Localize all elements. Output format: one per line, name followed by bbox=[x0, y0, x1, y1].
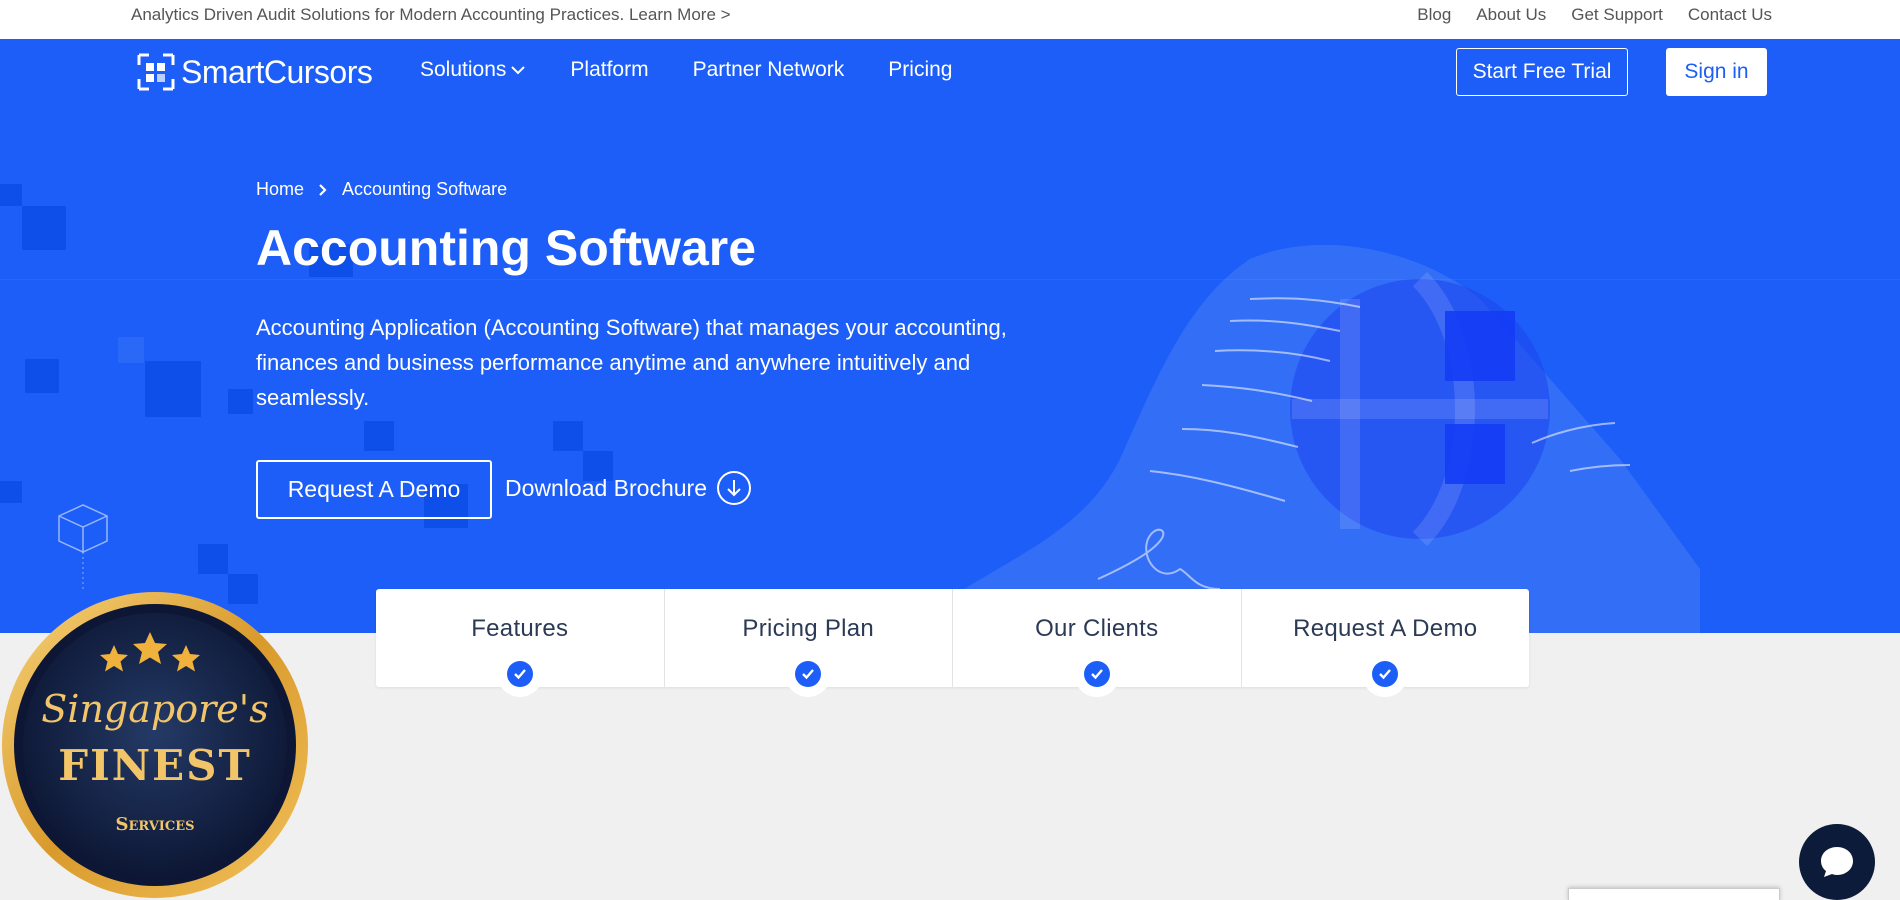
download-brochure-label: Download Brochure bbox=[505, 474, 708, 501]
decor-square bbox=[25, 359, 59, 393]
nav-item-partner-network[interactable]: Partner Network bbox=[693, 58, 845, 82]
request-demo-button[interactable]: Request A Demo bbox=[256, 460, 492, 519]
badge-line2: FINEST bbox=[58, 741, 251, 790]
decor-square bbox=[22, 206, 66, 250]
decor-square bbox=[228, 389, 253, 414]
badge-line1: Singapore's bbox=[41, 687, 268, 731]
check-circle-icon bbox=[1362, 651, 1409, 697]
get-support-link[interactable]: Get Support bbox=[1571, 5, 1663, 25]
utility-links: Blog About Us Get Support Contact Us bbox=[1417, 5, 1772, 25]
page-title: Accounting Software bbox=[256, 220, 757, 276]
top-utility-bar: Analytics Driven Audit Solutions for Mod… bbox=[0, 0, 1900, 39]
nav-item-solutions[interactable]: Solutions bbox=[420, 58, 526, 82]
nav-item-label: Platform bbox=[570, 58, 649, 81]
nav-item-platform[interactable]: Platform bbox=[570, 58, 648, 82]
singapores-finest-badge[interactable]: Singapore's FINEST Services bbox=[0, 590, 310, 900]
decor-square bbox=[145, 361, 201, 417]
decor-square bbox=[364, 421, 394, 451]
badge-line3: Services bbox=[115, 814, 194, 835]
cube-outline-icon bbox=[58, 504, 108, 591]
chat-button[interactable] bbox=[1799, 824, 1875, 900]
contact-us-link[interactable]: Contact Us bbox=[1688, 5, 1772, 25]
chevron-down-icon bbox=[511, 66, 526, 75]
arrow-down-circle-icon bbox=[717, 471, 752, 505]
tab-request-demo[interactable]: Request A Demo bbox=[1242, 589, 1530, 697]
nav-item-pricing[interactable]: Pricing bbox=[888, 58, 952, 82]
decor-square bbox=[553, 421, 583, 451]
document-globe-illustration bbox=[920, 244, 1700, 633]
decor-square bbox=[0, 184, 22, 206]
check-circle-icon bbox=[1073, 651, 1120, 697]
tab-our-clients[interactable]: Our Clients bbox=[953, 589, 1242, 697]
download-brochure-button[interactable]: Download Brochure bbox=[505, 471, 752, 505]
tab-pricing-plan[interactable]: Pricing Plan bbox=[665, 589, 953, 697]
sign-in-button[interactable]: Sign in bbox=[1666, 48, 1767, 96]
logo-text: SmartCursors bbox=[181, 53, 373, 90]
section-tabs: Features Pricing Plan Our Clients Reques… bbox=[376, 589, 1530, 697]
tab-features[interactable]: Features bbox=[376, 589, 665, 697]
smartcursors-logo[interactable]: SmartCursors bbox=[137, 53, 373, 91]
chat-bubble-icon bbox=[1821, 847, 1853, 877]
chevron-right-icon bbox=[319, 183, 327, 196]
breadcrumb-home[interactable]: Home bbox=[256, 179, 304, 200]
decor-square bbox=[118, 337, 144, 363]
cookie-policy-tab[interactable] bbox=[1568, 888, 1780, 900]
decor-square bbox=[0, 481, 22, 503]
hero-description: Accounting Application (Accounting Softw… bbox=[256, 315, 1007, 410]
about-us-link[interactable]: About Us bbox=[1476, 5, 1546, 25]
nav-item-label: Pricing bbox=[888, 58, 953, 81]
blog-link[interactable]: Blog bbox=[1417, 5, 1451, 25]
decor-square bbox=[198, 544, 228, 574]
start-free-trial-button[interactable]: Start Free Trial bbox=[1456, 48, 1628, 96]
hero-section: SmartCursors Solutions Platform Partner … bbox=[0, 39, 1900, 633]
main-nav: Solutions Platform Partner Network Prici… bbox=[420, 58, 953, 82]
nav-item-label: Solutions bbox=[420, 58, 507, 81]
check-circle-icon bbox=[496, 651, 543, 697]
nav-item-label: Partner Network bbox=[692, 58, 845, 81]
breadcrumb-current: Accounting Software bbox=[342, 179, 508, 199]
breadcrumb: Home Accounting Software bbox=[256, 179, 507, 200]
logo-icon bbox=[137, 53, 175, 91]
promo-link[interactable]: Analytics Driven Audit Solutions for Mod… bbox=[131, 5, 731, 25]
check-circle-icon bbox=[785, 651, 832, 697]
